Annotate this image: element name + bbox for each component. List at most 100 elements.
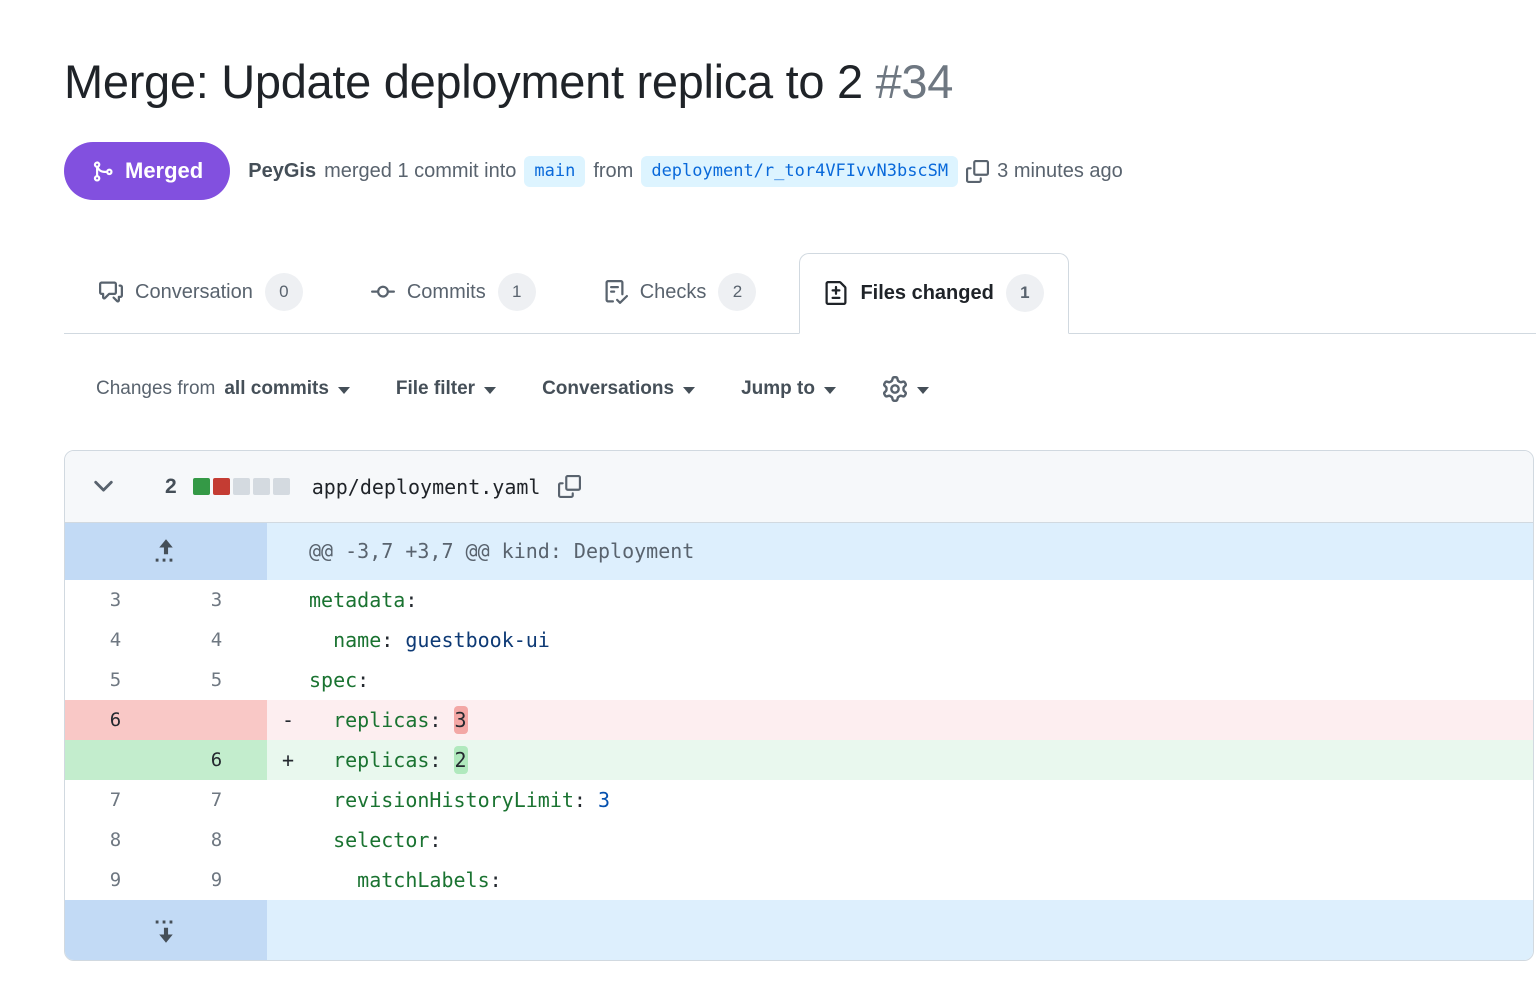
code-segment: 3 [454, 706, 468, 734]
merged-status-label: Merged [125, 158, 203, 184]
code-segment [309, 788, 333, 812]
checklist-icon [604, 280, 628, 304]
tab-commits[interactable]: Commits 1 [346, 252, 561, 333]
tab-label: Files changed [860, 282, 993, 305]
neutral-square [253, 478, 270, 495]
merged-timestamp: 3 minutes ago [997, 160, 1123, 183]
pr-tab-nav: Conversation 0 Commits 1 Checks 2 Files … [64, 252, 1536, 334]
file-filter-dropdown[interactable]: File filter [396, 378, 496, 400]
code-text: name: guestbook-ui [309, 620, 1533, 660]
old-line-number[interactable] [65, 740, 166, 780]
code-segment: : [429, 708, 453, 732]
code-segment: replicas [333, 748, 429, 772]
diff-line-deletion: 6- replicas: 3 [65, 700, 1533, 740]
new-line-number[interactable] [166, 700, 267, 740]
tab-counter: 2 [718, 273, 756, 311]
new-line-number[interactable]: 9 [166, 860, 267, 900]
diff-body: 33metadata:44 name: guestbook-ui55spec:6… [65, 580, 1533, 900]
code-segment [309, 828, 333, 852]
chevron-down-icon [917, 387, 929, 394]
code-text: spec: [309, 660, 1533, 700]
old-line-number[interactable]: 5 [65, 660, 166, 700]
conversations-label: Conversations [542, 378, 674, 400]
diff-sign [267, 660, 309, 700]
code-segment: : [429, 828, 441, 852]
code-segment: metadata [309, 588, 405, 612]
author-login[interactable]: PeyGis [248, 160, 316, 183]
changes-from-dropdown[interactable]: Changes from all commits [96, 378, 350, 400]
diff-sign [267, 860, 309, 900]
old-line-number[interactable]: 9 [65, 860, 166, 900]
code-segment [309, 708, 333, 732]
neutral-square [273, 478, 290, 495]
code-segment: revisionHistoryLimit [333, 788, 574, 812]
tab-label: Commits [407, 281, 486, 304]
code-segment: : [490, 868, 502, 892]
chevron-down-icon [338, 387, 350, 394]
chevron-down-icon [484, 387, 496, 394]
old-line-number[interactable]: 6 [65, 700, 166, 740]
deletion-square [213, 478, 230, 495]
diff-line-context: 77 revisionHistoryLimit: 3 [65, 780, 1533, 820]
code-segment: : [574, 788, 598, 812]
merged-status-badge: Merged [64, 142, 230, 200]
file-diff-panel: 2 app/deployment.yaml @@ -3,7 +3,7 @@ ki… [64, 450, 1534, 961]
pr-byline: PeyGis merged 1 commit into main from de… [248, 156, 1123, 187]
hunk-header-text: @@ -3,7 +3,7 @@ kind: Deployment [267, 523, 1533, 580]
code-segment: 2 [454, 746, 468, 774]
code-segment: selector [333, 828, 429, 852]
pr-byline-row: Merged PeyGis merged 1 commit into main … [64, 142, 1536, 200]
diffstat-squares [193, 478, 290, 495]
diff-sign [267, 580, 309, 620]
new-line-number[interactable]: 8 [166, 820, 267, 860]
file-changes-count: 2 [165, 475, 177, 499]
code-segment: : [381, 628, 405, 652]
diff-line-context: 88 selector: [65, 820, 1533, 860]
file-path[interactable]: app/deployment.yaml [312, 475, 541, 499]
copy-branch-button[interactable] [966, 160, 989, 183]
diff-line-context: 44 name: guestbook-ui [65, 620, 1533, 660]
base-branch-label[interactable]: main [524, 156, 585, 187]
expand-down-content [267, 900, 1533, 960]
head-branch-label[interactable]: deployment/r_tor4VFIvvN3bscSM [641, 156, 958, 187]
code-text: revisionHistoryLimit: 3 [309, 780, 1533, 820]
old-line-number[interactable]: 4 [65, 620, 166, 660]
hunk-gutter [65, 523, 267, 580]
jump-to-dropdown[interactable]: Jump to [741, 378, 836, 400]
old-line-number[interactable]: 3 [65, 580, 166, 620]
tab-checks[interactable]: Checks 2 [579, 252, 782, 333]
conversations-dropdown[interactable]: Conversations [542, 378, 695, 400]
tab-label: Conversation [135, 281, 253, 304]
git-commit-icon [371, 280, 395, 304]
diff-settings-dropdown[interactable] [882, 376, 929, 402]
diff-line-context: 55 spec: [65, 660, 1533, 700]
code-text: replicas: 2 [309, 740, 1533, 780]
tab-files-changed[interactable]: Files changed 1 [799, 253, 1068, 334]
tab-counter: 0 [265, 273, 303, 311]
fold-down-icon [151, 915, 181, 945]
expand-up-button[interactable] [151, 537, 181, 567]
tab-conversation[interactable]: Conversation 0 [74, 252, 328, 333]
chevron-down-icon [683, 387, 695, 394]
code-text: replicas: 3 [309, 700, 1533, 740]
new-line-number[interactable]: 4 [166, 620, 267, 660]
old-line-number[interactable]: 7 [65, 780, 166, 820]
expand-down-gutter [65, 900, 267, 960]
new-line-number[interactable]: 3 [166, 580, 267, 620]
copy-file-path-button[interactable] [558, 475, 581, 498]
new-line-number[interactable]: 6 [166, 740, 267, 780]
byline-action-text: merged 1 commit into [324, 160, 516, 183]
new-line-number[interactable]: 5 [166, 660, 267, 700]
code-segment: name [333, 628, 381, 652]
file-filter-label: File filter [396, 378, 475, 400]
expand-down-button[interactable] [151, 915, 181, 945]
code-text: metadata: [309, 580, 1533, 620]
old-line-number[interactable]: 8 [65, 820, 166, 860]
pr-title: Merge: Update deployment replica to 2 #3… [64, 52, 1536, 112]
chevron-down-icon [824, 387, 836, 394]
file-diff-icon [824, 281, 848, 305]
code-segment [309, 748, 333, 772]
gear-icon [882, 376, 908, 402]
new-line-number[interactable]: 7 [166, 780, 267, 820]
collapse-file-button[interactable] [91, 474, 116, 499]
